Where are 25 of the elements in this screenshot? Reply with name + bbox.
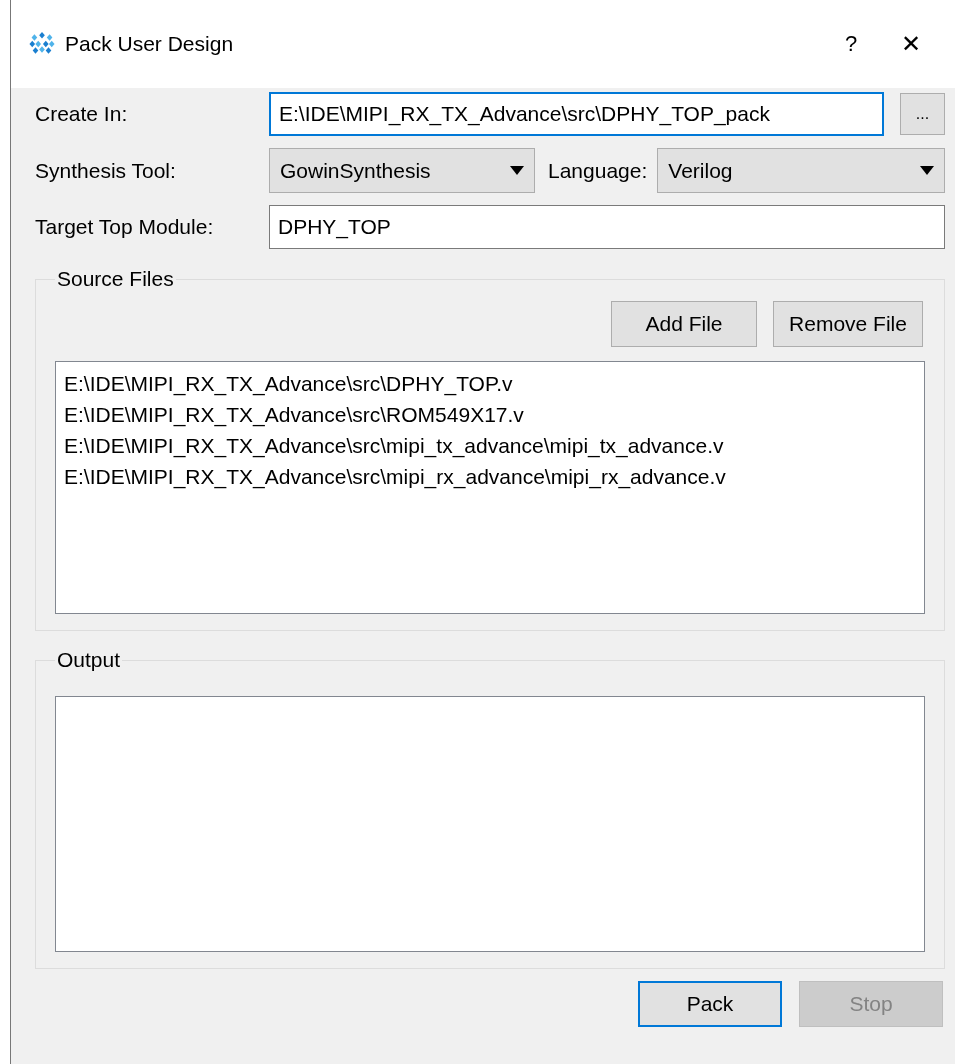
caret-icon — [920, 166, 934, 175]
logo-icon — [29, 31, 55, 57]
field-label: Target Top Module: — [35, 215, 215, 239]
file-item[interactable]: E:\IDE\MIPI_RX_TX_Advance\src\mipi_tx_advance\mipi_tx_advance.v — [64, 430, 916, 461]
module-field[interactable]: DPHY_TOP — [269, 205, 945, 249]
help-button[interactable]: ? — [821, 31, 881, 57]
remove-file-button[interactable]: Remove File — [773, 301, 923, 347]
dropdown[interactable]: Verilog — [657, 148, 945, 193]
action-button[interactable]: Pack — [638, 981, 782, 1027]
group-title: Output — [56, 648, 122, 672]
caret-icon — [510, 166, 524, 175]
browse-button[interactable]: ... — [900, 93, 945, 135]
file-item[interactable]: E:\IDE\MIPI_RX_TX_Advance\src\ROM549X17.v — [64, 399, 916, 430]
file-list[interactable] — [55, 361, 925, 614]
path-field[interactable]: E:\IDE\MIPI_RX_TX_Advance\src\DPHY_TOP_pack — [269, 92, 884, 136]
close-button[interactable]: ✕ — [881, 30, 941, 58]
field-label: Synthesis Tool: — [35, 158, 177, 183]
group-title: Source Files — [56, 267, 175, 291]
file-item[interactable]: E:\IDE\MIPI_RX_TX_Advance\src\DPHY_TOP.v — [64, 368, 916, 399]
file-item[interactable]: E:\IDE\MIPI_RX_TX_Advance\src\mipi_rx_advance\mipi_rx_advance.v — [64, 461, 916, 492]
dropdown[interactable]: GowinSynthesis — [269, 148, 535, 193]
window-title: Pack User Design — [65, 32, 235, 56]
add-file-button[interactable]: Add File — [611, 301, 757, 347]
field-label: Language: — [548, 158, 648, 183]
field-label: Create In: — [35, 102, 129, 126]
